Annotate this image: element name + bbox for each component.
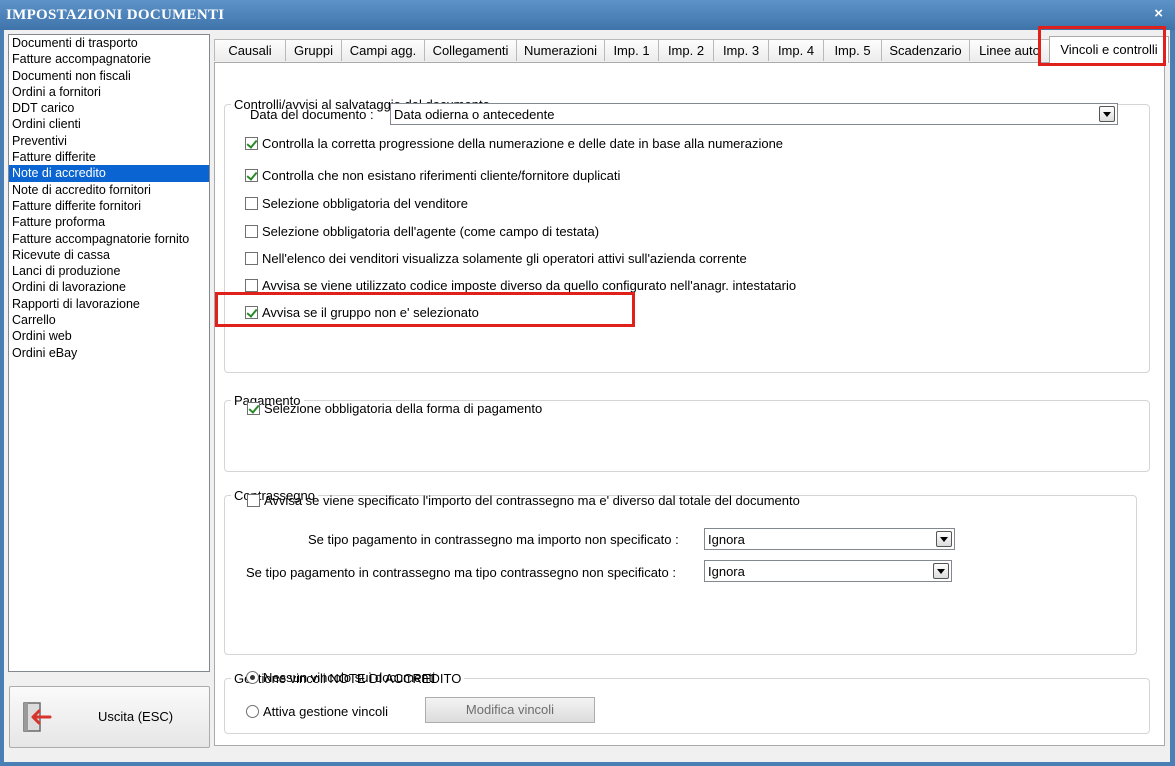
radio-attiva-vincoli-label: Attiva gestione vincoli <box>263 704 389 719</box>
tab-panel-vincoli: Controlli/avvisi al salvataggio del docu… <box>214 62 1165 746</box>
tipo-non-specificato-select[interactable]: Ignora <box>704 560 952 582</box>
document-type-item[interactable]: Ricevute di cassa <box>9 247 209 263</box>
document-type-item[interactable]: Note di accredito <box>9 165 209 182</box>
tab-vincoli-e-controlli[interactable]: Vincoli e controlli <box>1049 36 1169 63</box>
window-title: IMPOSTAZIONI DOCUMENTI <box>6 7 225 23</box>
checkbox[interactable] <box>245 225 258 238</box>
document-type-item[interactable]: Note di accredito fornitori <box>9 182 209 198</box>
title-bar[interactable]: IMPOSTAZIONI DOCUMENTI × <box>0 0 1175 30</box>
document-type-item[interactable]: Ordini a fornitori <box>9 84 209 100</box>
chevron-down-icon[interactable] <box>936 531 952 547</box>
checkbox[interactable] <box>247 494 260 507</box>
radio-nessun-vincolo[interactable]: Nessun vincolo sui documenti <box>246 670 435 685</box>
check-agente-obbligatorio[interactable]: Selezione obbligatoria dell'agente (come… <box>245 224 599 239</box>
tab-scadenzario[interactable]: Scadenzario <box>881 39 970 61</box>
document-type-item[interactable]: Fatture proforma <box>9 214 209 230</box>
document-type-item[interactable]: Ordini di lavorazione <box>9 279 209 295</box>
check-contrassegno-label: Avvisa se viene specificato l'importo de… <box>264 493 800 508</box>
importo-non-specificato-select[interactable]: Ignora <box>704 528 955 550</box>
document-type-item[interactable]: Preventivi <box>9 133 209 149</box>
tipo-non-specificato-value: Ignora <box>708 564 745 579</box>
check-venditore-obbligatorio[interactable]: Selezione obbligatoria del venditore <box>245 196 468 211</box>
importo-non-specificato-label: Se tipo pagamento in contrassegno ma imp… <box>308 532 679 547</box>
radio-attiva-vincoli[interactable]: Attiva gestione vincoli <box>246 704 388 719</box>
modifica-vincoli-button[interactable]: Modifica vincoli <box>425 697 595 723</box>
document-type-item[interactable]: Fatture differite <box>9 149 209 165</box>
tab-imp-4[interactable]: Imp. 4 <box>768 39 824 61</box>
tipo-non-specificato-label: Se tipo pagamento in contrassegno ma tip… <box>246 565 676 580</box>
document-type-item[interactable]: Documenti di trasporto <box>9 35 209 51</box>
importo-non-specificato-value: Ignora <box>708 532 745 547</box>
exit-button-label: Uscita (ESC) <box>98 709 174 724</box>
check-contrassegno-importo[interactable]: Avvisa se viene specificato l'importo de… <box>247 493 800 508</box>
data-documento-select[interactable]: Data odierna o antecedente <box>390 103 1118 125</box>
checkbox[interactable] <box>245 306 258 319</box>
check-venditori-attivi-label: Nell'elenco dei venditori visualizza sol… <box>262 251 747 266</box>
document-type-item[interactable]: Carrello <box>9 312 209 328</box>
checkbox[interactable] <box>245 137 258 150</box>
tab-gruppi[interactable]: Gruppi <box>285 39 342 61</box>
document-type-item[interactable]: Lanci di produzione <box>9 263 209 279</box>
close-icon[interactable]: × <box>1154 5 1163 22</box>
radio-button[interactable] <box>246 705 259 718</box>
check-venditori-attivi[interactable]: Nell'elenco dei venditori visualizza sol… <box>245 251 747 266</box>
check-riferimenti-duplicati[interactable]: Controlla che non esistano riferimenti c… <box>245 168 620 183</box>
check-progressione-numerazione-label: Controlla la corretta progressione della… <box>262 136 784 151</box>
tab-imp-3[interactable]: Imp. 3 <box>713 39 769 61</box>
tab-causali[interactable]: Causali <box>214 39 286 61</box>
check-progressione-numerazione[interactable]: Controlla la corretta progressione della… <box>245 136 783 151</box>
tab-linee-auto[interactable]: Linee auto <box>969 39 1050 61</box>
document-type-item[interactable]: Rapporti di lavorazione <box>9 296 209 312</box>
check-agente-obbligatorio-label: Selezione obbligatoria dell'agente (come… <box>262 224 600 239</box>
check-codice-imposte-label: Avvisa se viene utilizzato codice impost… <box>262 278 797 293</box>
check-gruppo-selezionato-label: Avvisa se il gruppo non e' selezionato <box>262 305 479 320</box>
chevron-down-icon[interactable] <box>933 563 949 579</box>
check-pagamento-obbligatorio[interactable]: Selezione obbligatoria della forma di pa… <box>247 401 542 416</box>
data-documento-value: Data odierna o antecedente <box>394 107 555 122</box>
tab-collegamenti[interactable]: Collegamenti <box>424 39 517 61</box>
window-client-area: Documenti di trasporto Fatture accompagna… <box>4 26 1170 762</box>
document-type-item[interactable]: Fatture differite fornitori <box>9 198 209 214</box>
document-type-item[interactable]: Ordini web <box>9 328 209 344</box>
check-riferimenti-duplicati-label: Controlla che non esistano riferimenti c… <box>262 168 621 183</box>
checkbox[interactable] <box>245 197 258 210</box>
tab-imp-1[interactable]: Imp. 1 <box>604 39 659 61</box>
document-type-item[interactable]: DDT carico <box>9 100 209 116</box>
document-type-item[interactable]: Documenti non fiscali <box>9 68 209 84</box>
tab-imp-5[interactable]: Imp. 5 <box>823 39 882 61</box>
document-type-item[interactable]: Ordini eBay <box>9 345 209 361</box>
document-type-list[interactable]: Documenti di trasporto Fatture accompagna… <box>8 34 210 672</box>
document-type-item[interactable]: Ordini clienti <box>9 116 209 132</box>
checkbox[interactable] <box>245 252 258 265</box>
check-venditore-obbligatorio-label: Selezione obbligatoria del venditore <box>262 196 468 211</box>
document-type-item[interactable]: Fatture accompagnatorie fornito <box>9 231 209 247</box>
exit-door-icon <box>23 702 52 732</box>
radio-button[interactable] <box>246 671 259 684</box>
check-pagamento-label: Selezione obbligatoria della forma di pa… <box>264 401 543 416</box>
checkbox[interactable] <box>245 279 258 292</box>
checkbox[interactable] <box>245 169 258 182</box>
tab-campi-agg[interactable]: Campi agg. <box>341 39 425 61</box>
tab-numerazioni[interactable]: Numerazioni <box>516 39 605 61</box>
checkbox[interactable] <box>247 402 260 415</box>
document-type-item[interactable]: Fatture accompagnatorie <box>9 51 209 67</box>
check-gruppo-selezionato[interactable]: Avvisa se il gruppo non e' selezionato <box>245 305 479 320</box>
tab-imp-2[interactable]: Imp. 2 <box>658 39 714 61</box>
check-codice-imposte[interactable]: Avvisa se viene utilizzato codice impost… <box>245 278 796 293</box>
chevron-down-icon[interactable] <box>1099 106 1115 122</box>
data-documento-label: Data del documento : <box>250 107 374 122</box>
exit-button[interactable]: Uscita (ESC) <box>9 686 210 748</box>
radio-nessun-vincolo-label: Nessun vincolo sui documenti <box>263 670 435 685</box>
settings-window: IMPOSTAZIONI DOCUMENTI × Documenti di tr… <box>0 0 1175 766</box>
